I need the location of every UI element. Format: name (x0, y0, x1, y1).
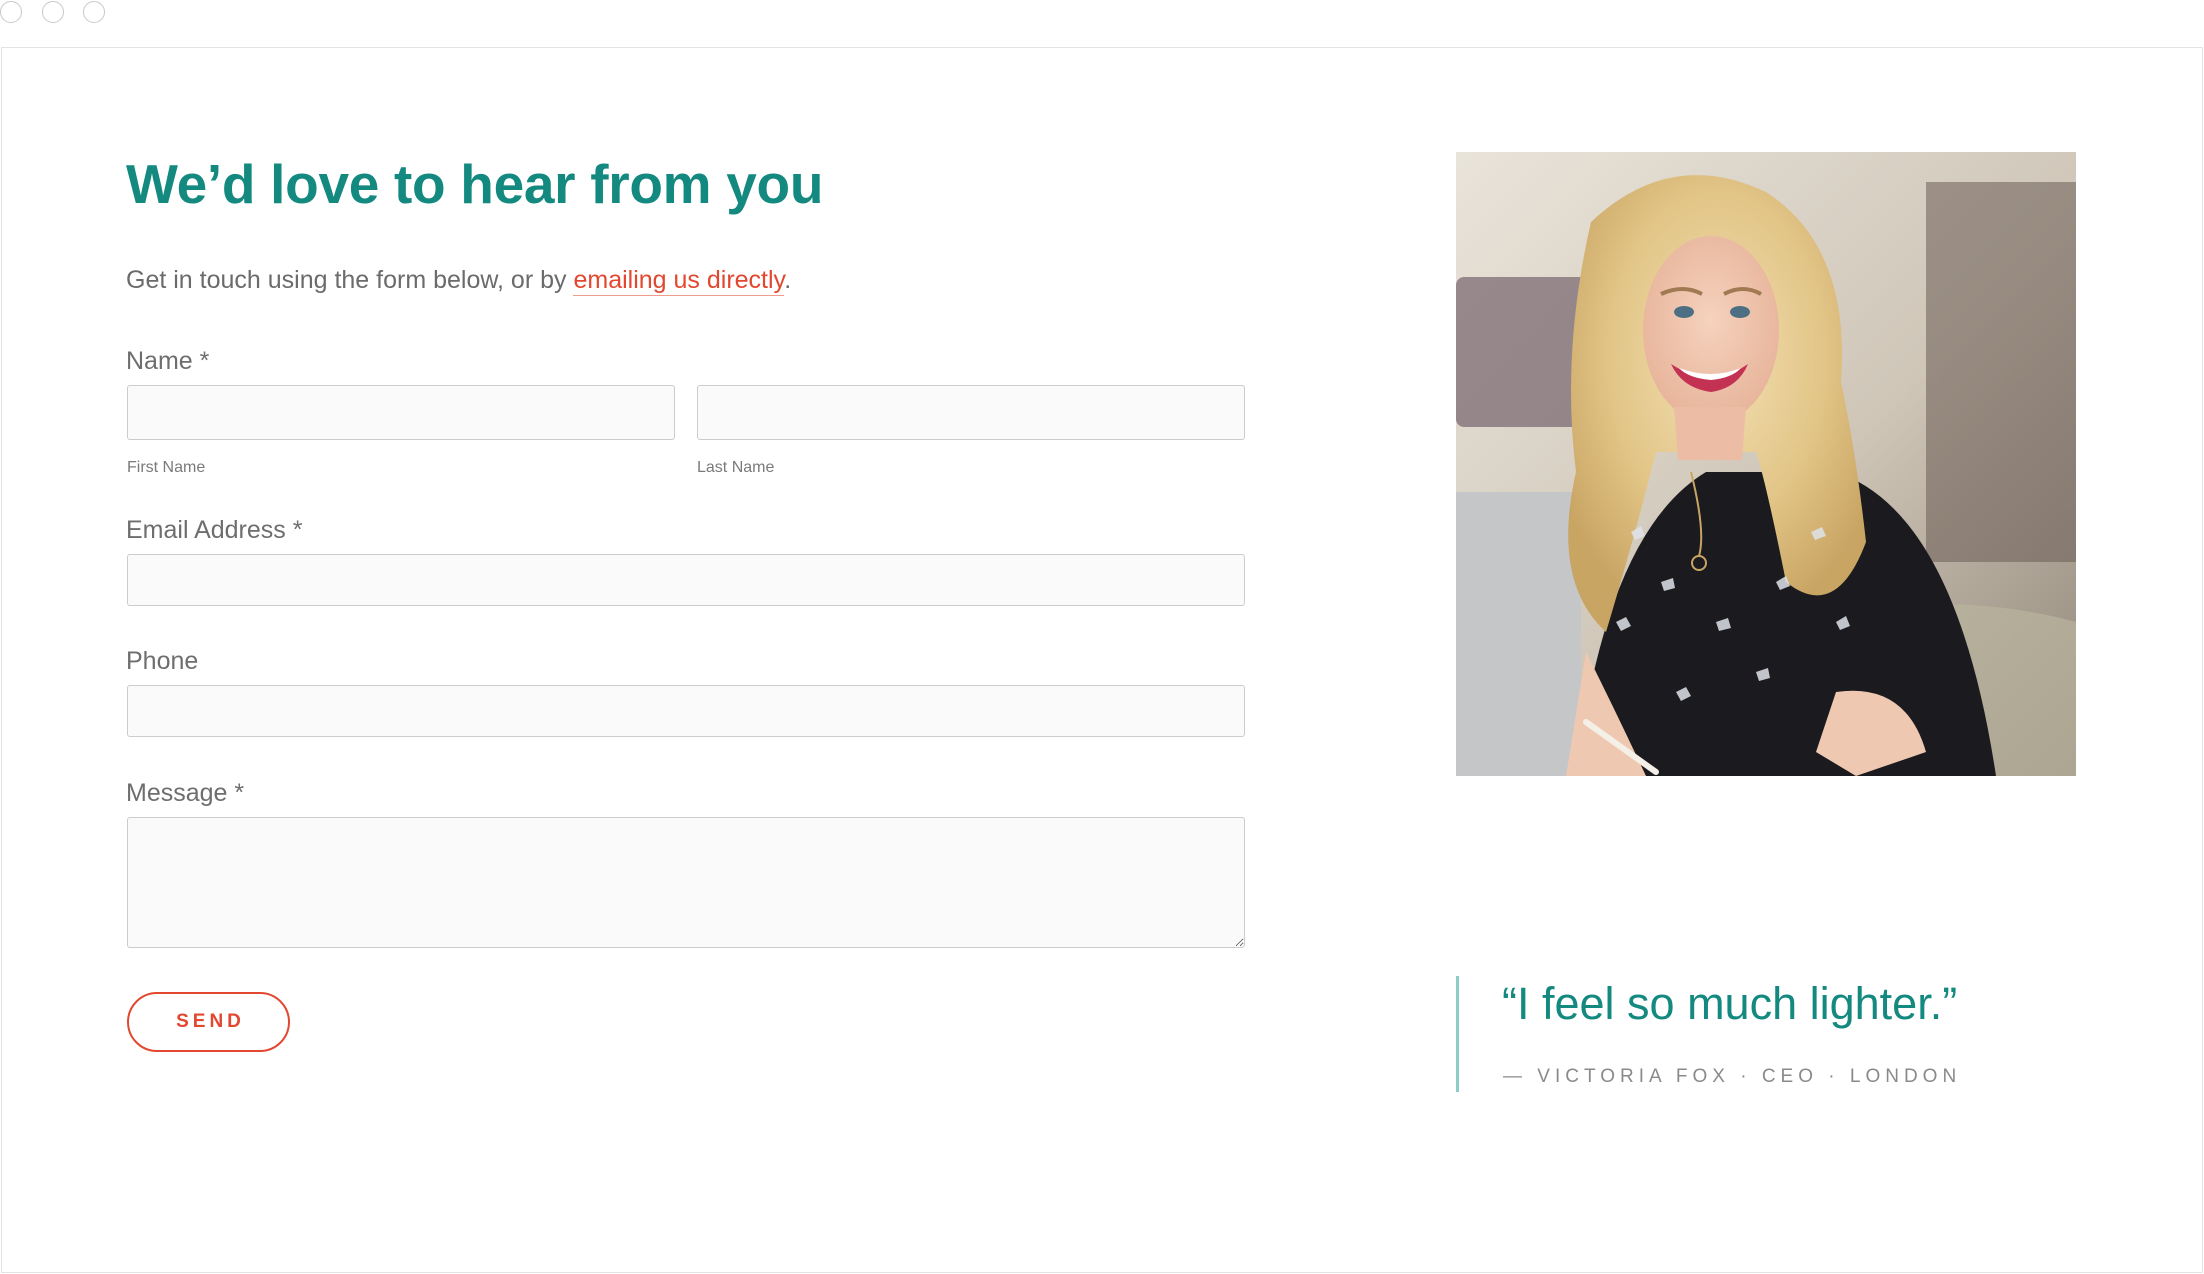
name-label: Name * (126, 347, 210, 375)
phone-label: Phone (126, 647, 199, 675)
intro-prefix: Get in touch using the form below, or by (126, 266, 574, 294)
email-link[interactable]: emailing us directly (573, 266, 785, 296)
portrait-photo (1456, 152, 2076, 776)
last-name-input[interactable] (697, 385, 1245, 440)
testimonial-attribution: — VICTORIA FOX · CEO · LONDON (1503, 1066, 1962, 1087)
send-button[interactable]: SEND (127, 992, 290, 1052)
window-titlebar (0, 0, 2204, 47)
intro-text: Get in touch using the form below, or by… (126, 263, 791, 297)
first-name-input[interactable] (127, 385, 675, 440)
phone-input[interactable] (127, 685, 1245, 737)
window-minimize-dot[interactable] (42, 1, 64, 23)
page-title: We’d love to hear from you (126, 153, 824, 215)
window-close-dot[interactable] (0, 1, 22, 23)
quote-accent-bar (1456, 976, 1459, 1092)
first-name-sublabel: First Name (127, 459, 206, 476)
message-textarea[interactable] (127, 817, 1245, 948)
window-maximize-dot[interactable] (83, 1, 105, 23)
email-input[interactable] (127, 554, 1245, 606)
message-label: Message * (126, 779, 245, 807)
email-label: Email Address * (126, 516, 303, 544)
last-name-sublabel: Last Name (697, 459, 775, 476)
testimonial-quote: “I feel so much lighter.” (1502, 978, 1958, 1029)
intro-suffix: . (784, 266, 792, 294)
